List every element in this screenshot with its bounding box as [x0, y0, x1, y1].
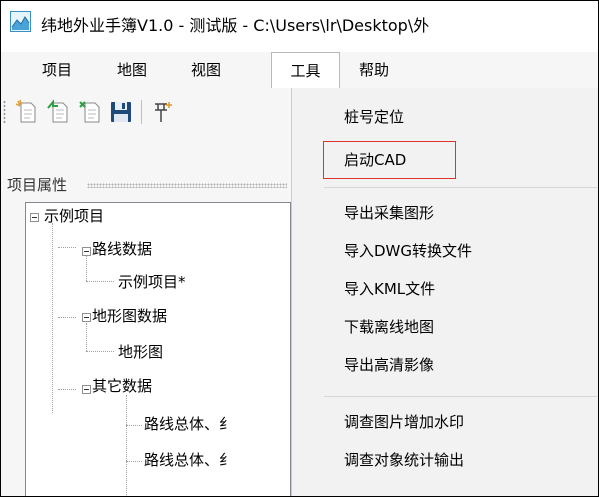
toolbar — [1, 88, 291, 136]
tree-line — [58, 389, 76, 390]
menu-item-download-offline-map[interactable]: 下载离线地图 — [344, 316, 434, 337]
menu-separator — [324, 396, 598, 397]
pin-add-icon[interactable] — [149, 98, 177, 126]
collapse-toggle[interactable] — [82, 385, 91, 394]
tools-dropdown-menu: 桩号定位 启动CAD 导出采集图形 导入DWG转换文件 导入KML文件 下载离线… — [291, 88, 598, 496]
tree-line — [52, 223, 53, 413]
tree-node-other-item[interactable]: 路线总体、纟 — [144, 449, 234, 470]
menu-item-launch-cad[interactable]: 启动CAD — [344, 149, 406, 170]
menu-item-export-survey-stats[interactable]: 调查对象统计输出 — [344, 449, 464, 470]
tree-node-root[interactable]: 示例项目 — [44, 205, 104, 226]
tree-line — [86, 351, 114, 352]
menu-help[interactable]: 帮助 — [354, 52, 394, 88]
tree-node-terrain-item[interactable]: 地形图 — [118, 341, 163, 362]
project-properties-panel: 项目属性 示例项目 路线数据 示例项目* 地形图数据 地形图 其它数据 路线总体… — [1, 136, 291, 496]
menu-bar: 项目 地图 视图 工具 帮助 — [1, 52, 598, 89]
tree-node-route-item[interactable]: 示例项目* — [118, 271, 186, 292]
tree-node-terrain-data[interactable]: 地形图数据 — [92, 305, 167, 326]
menu-tools[interactable]: 工具 — [271, 52, 340, 89]
menu-map[interactable]: 地图 — [112, 52, 152, 88]
menu-view[interactable]: 视图 — [186, 52, 226, 88]
menu-item-import-kml[interactable]: 导入KML文件 — [344, 278, 435, 299]
menu-item-station-locate[interactable]: 桩号定位 — [344, 106, 404, 127]
menu-item-export-collected-graphics[interactable]: 导出采集图形 — [344, 202, 434, 223]
panel-title: 项目属性 — [7, 176, 68, 194]
collapse-toggle[interactable] — [82, 247, 91, 256]
app-icon — [10, 11, 31, 32]
tree-line — [86, 323, 87, 351]
project-tree[interactable]: 示例项目 路线数据 示例项目* 地形图数据 地形图 其它数据 路线总体、纟 路线… — [25, 202, 291, 496]
tree-line — [126, 395, 127, 496]
open-project-icon[interactable] — [45, 98, 73, 126]
menu-item-import-dwg[interactable]: 导入DWG转换文件 — [344, 240, 472, 261]
collapse-toggle[interactable] — [30, 213, 39, 222]
collapse-toggle[interactable] — [82, 313, 91, 322]
tree-line — [86, 281, 114, 282]
toolbar-grip[interactable] — [3, 100, 6, 124]
tree-node-route-data[interactable]: 路线数据 — [92, 238, 152, 259]
toolbar-separator — [141, 100, 142, 124]
tree-line — [126, 461, 142, 462]
title-bar: 纬地外业手簿V1.0 - 测试版 - C:\Users\lr\Desktop\外 — [1, 1, 598, 44]
application-window: 纬地外业手簿V1.0 - 测试版 - C:\Users\lr\Desktop\外… — [0, 0, 599, 497]
tree-line — [58, 247, 76, 248]
menu-project[interactable]: 项目 — [37, 52, 77, 88]
window-title: 纬地外业手簿V1.0 - 测试版 - C:\Users\lr\Desktop\外 — [41, 16, 430, 35]
close-project-icon[interactable] — [77, 98, 105, 126]
tree-node-other-item[interactable]: 路线总体、纟 — [144, 413, 234, 434]
tree-line — [58, 317, 76, 318]
save-icon[interactable] — [107, 98, 135, 126]
menu-item-export-hd-imagery[interactable]: 导出高清影像 — [344, 354, 434, 375]
menu-separator — [324, 187, 598, 188]
panel-header-grip — [87, 183, 287, 188]
tree-node-other-data[interactable]: 其它数据 — [92, 375, 152, 396]
menu-item-add-watermark[interactable]: 调查图片增加水印 — [344, 411, 464, 432]
new-project-icon[interactable] — [13, 98, 41, 126]
tree-line — [126, 425, 142, 426]
